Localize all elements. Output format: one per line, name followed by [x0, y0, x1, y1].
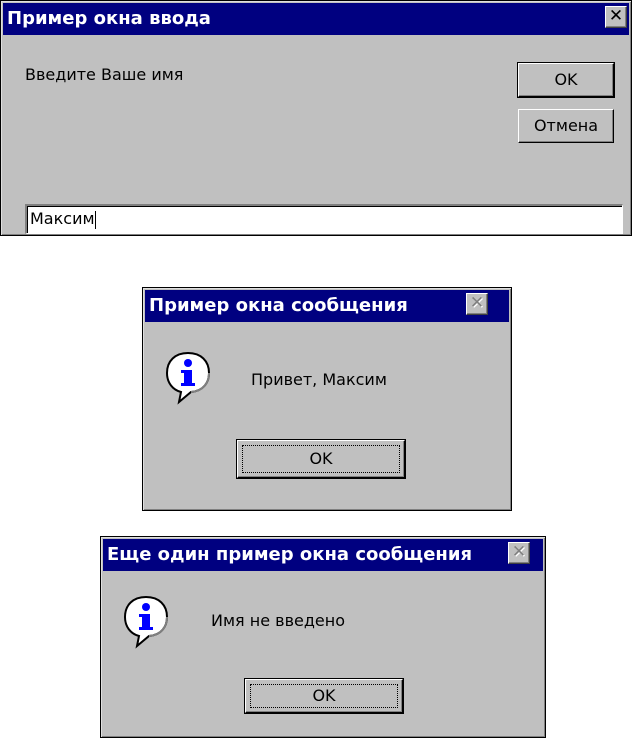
message-dialog-greeting-titlebar[interactable]: Пример окна сообщения — [145, 290, 509, 322]
message-dialog-greeting-title: Пример окна сообщения — [149, 295, 408, 316]
cancel-button-label: Отмена — [533, 116, 599, 135]
prompt-label: Введите Ваше имя — [25, 65, 184, 84]
close-icon[interactable]: ✕ — [605, 6, 627, 28]
ok-button-label: OK — [309, 449, 333, 468]
message-text: Привет, Максим — [251, 370, 387, 389]
close-icon: ✕ — [508, 542, 530, 564]
input-dialog-title: Пример окна ввода — [7, 8, 211, 29]
ok-button-label: OK — [312, 686, 336, 705]
text-caret — [94, 210, 96, 229]
ok-button-label: OK — [554, 70, 578, 89]
info-icon — [123, 595, 169, 649]
message-dialog-no-name-title: Еще один пример окна сообщения — [107, 544, 473, 565]
info-icon — [165, 351, 211, 405]
message-dialog-greeting: Пример окна сообщения ✕ Привет, Максим O… — [142, 287, 512, 511]
message-text: Имя не введено — [211, 611, 345, 630]
input-dialog-titlebar[interactable]: Пример окна ввода — [3, 3, 629, 35]
ok-button[interactable]: OK — [244, 678, 404, 714]
cancel-button[interactable]: Отмена — [518, 109, 614, 143]
ok-button[interactable]: OK — [236, 439, 406, 479]
name-input-value: Максим — [30, 209, 95, 228]
name-input[interactable]: Максим — [25, 204, 623, 234]
message-dialog-no-name-titlebar[interactable]: Еще один пример окна сообщения — [103, 539, 543, 571]
input-dialog: Пример окна ввода ✕ Введите Ваше имя OK … — [0, 0, 632, 236]
message-dialog-no-name: Еще один пример окна сообщения ✕ Имя не … — [100, 536, 546, 738]
ok-button[interactable]: OK — [517, 62, 615, 98]
close-icon: ✕ — [466, 293, 488, 315]
